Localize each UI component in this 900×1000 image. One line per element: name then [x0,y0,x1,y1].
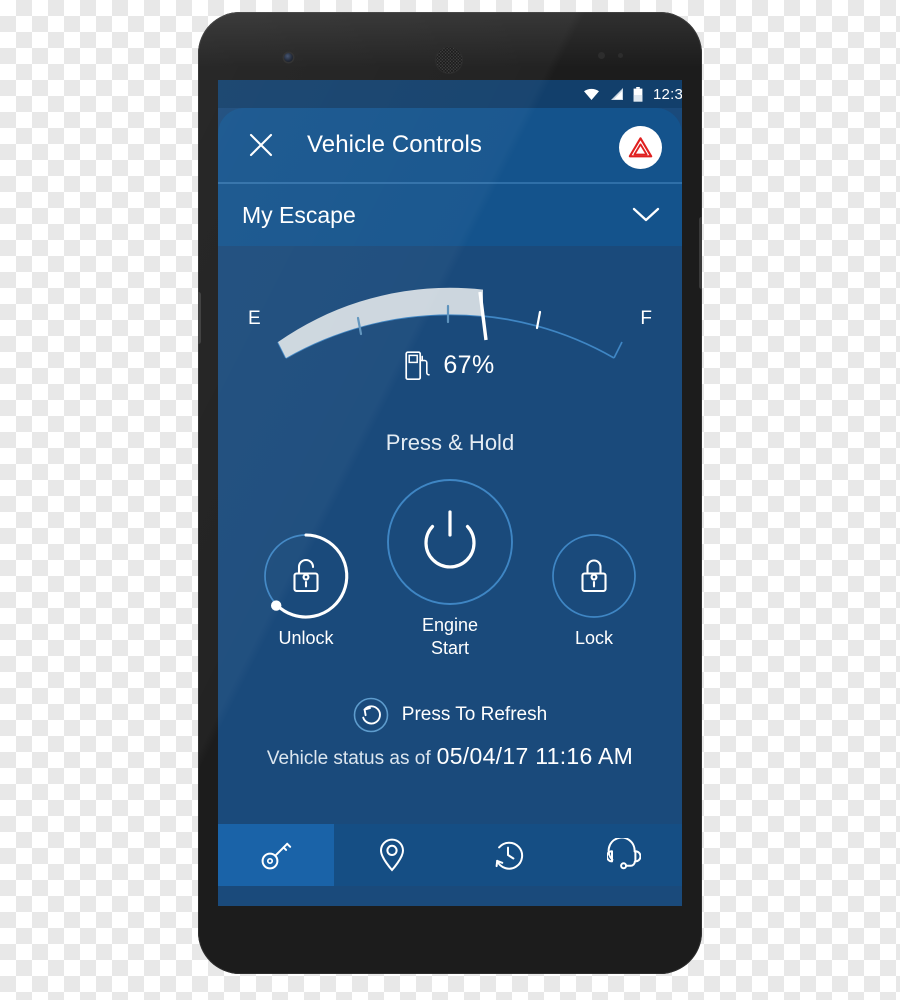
lock-ring [552,534,636,618]
status-bar: 12:3 [218,80,682,108]
fuel-readout: 67% [218,350,682,381]
hazard-warning-triangle-icon [628,137,653,158]
hazard-lights-button[interactable] [619,126,662,169]
proximity-sensor [598,52,605,59]
vehicle-name-label: My Escape [242,201,356,228]
lock-button[interactable]: Lock [539,531,649,650]
tab-location[interactable] [334,824,450,886]
close-icon [249,133,273,157]
press-and-hold-instruction: Press & Hold [385,430,515,455]
refresh-counterclockwise-icon [353,697,389,733]
locked-padlock-icon [581,559,607,593]
engine-start-button[interactable]: Engine Start [384,476,516,660]
power-button[interactable] [699,217,702,289]
engine-start-label: Engine Start [421,615,479,659]
status-bar-clock: 12:3 [653,85,682,103]
wifi-icon [584,88,599,100]
smartphone-device: 12:3 Vehicle Controls My Escape E F 67% … [198,12,702,974]
page-title: Vehicle Controls [307,131,483,158]
volume-button[interactable] [198,292,201,344]
phone-screen: 12:3 Vehicle Controls My Escape E F 67% … [218,80,682,906]
close-button[interactable] [242,126,280,164]
light-sensor [618,53,623,58]
front-camera [284,53,293,62]
engine-start-ring [387,479,513,605]
headset-support-icon [607,838,641,870]
main-content: E F 67% Press & Hold Unlock Engine Start… [218,264,682,886]
unlock-padlock-icon [293,558,319,593]
earpiece-speaker [436,47,462,73]
fuel-pump-icon [405,351,431,381]
tab-support[interactable] [566,824,682,886]
fuel-percent-label: 67% [443,351,495,379]
fuel-gauge: E F 67% [218,264,682,414]
unlock-button[interactable]: Unlock [251,531,361,650]
fuel-empty-label: E [248,308,261,329]
tab-vehicle-controls[interactable] [218,824,334,886]
cellular-signal-icon [611,88,623,100]
unlock-label: Unlock [278,628,334,648]
vehicle-control-buttons: Unlock Engine Start Lock [218,476,682,691]
refresh-label: Press To Refresh [401,704,548,725]
unlock-progress-ring [264,533,349,619]
app-bar: Vehicle Controls [218,108,682,182]
status-timestamp: 05/04/17 11:16 AM [436,743,634,769]
chevron-down-icon [632,207,660,222]
clock-history-icon [495,841,524,870]
refresh-button[interactable]: Press To Refresh [218,697,682,733]
vehicle-status-row: Vehicle status as of 05/04/17 11:16 AM [218,743,682,770]
lock-label: Lock [574,628,614,648]
status-prefix-label: Vehicle status as of [266,748,431,769]
bottom-navigation [218,824,682,886]
battery-icon [633,86,643,102]
vehicle-selector[interactable]: My Escape [218,184,682,246]
tab-history[interactable] [450,824,566,886]
key-icon [261,842,292,870]
power-icon [424,510,476,569]
location-pin-icon [379,838,405,872]
fuel-full-label: F [640,308,652,329]
